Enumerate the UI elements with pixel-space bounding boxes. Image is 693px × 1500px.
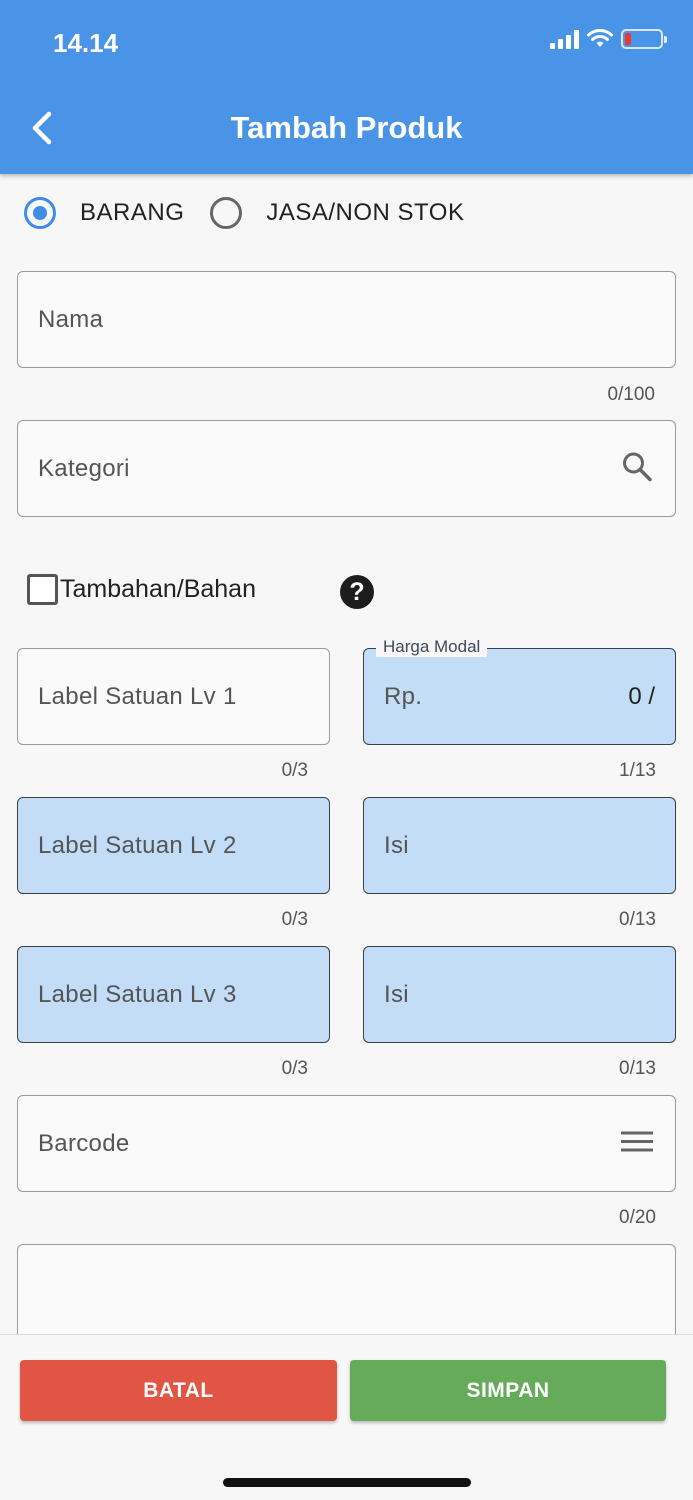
label-satuan-lv2-field[interactable]: Label Satuan Lv 2: [17, 797, 330, 894]
tambahan-row: Tambahan/Bahan: [27, 574, 256, 605]
label-satuan-lv2-placeholder: Label Satuan Lv 2: [38, 831, 237, 859]
nama-field[interactable]: Nama: [17, 271, 676, 368]
harga-modal-counter: 1/13: [619, 760, 656, 781]
kategori-field[interactable]: Kategori: [17, 420, 676, 517]
barcode-counter: 0/20: [619, 1207, 656, 1228]
tambahan-label[interactable]: Tambahan/Bahan: [60, 575, 256, 604]
search-icon[interactable]: [621, 450, 653, 487]
bottom-action-bar: BATAL SIMPAN: [0, 1334, 693, 1500]
radio-jasa-non-stok-label[interactable]: JASA/NON STOK: [266, 199, 464, 227]
question-icon[interactable]: ?: [340, 575, 374, 609]
radio-jasa-non-stok[interactable]: [210, 197, 243, 229]
app-bar: 14.14 Tambah Produk: [0, 0, 693, 174]
barcode-placeholder: Barcode: [38, 1129, 130, 1157]
product-type-selector: BARANG JASA/NON STOK: [24, 197, 490, 229]
label-satuan-lv1-placeholder: Label Satuan Lv 1: [38, 682, 237, 710]
nama-placeholder: Nama: [38, 305, 104, 333]
nama-counter: 0/100: [607, 384, 655, 405]
isi-lv3-counter: 0/13: [619, 1058, 656, 1079]
status-icons: [550, 29, 667, 49]
radio-barang-label[interactable]: BARANG: [80, 199, 184, 227]
kategori-placeholder: Kategori: [38, 454, 130, 482]
label-satuan-lv3-counter: 0/3: [281, 1058, 308, 1079]
label-satuan-lv3-field[interactable]: Label Satuan Lv 3: [17, 946, 330, 1043]
isi-lv2-field[interactable]: Isi: [363, 797, 676, 894]
cancel-button[interactable]: BATAL: [20, 1360, 337, 1421]
signal-icon: [550, 29, 579, 49]
wifi-icon: [587, 29, 613, 47]
isi-lv3-placeholder: Isi: [384, 980, 409, 1008]
barcode-field[interactable]: Barcode: [17, 1095, 676, 1192]
harga-modal-label: Harga Modal: [376, 637, 488, 657]
label-satuan-lv1-counter: 0/3: [281, 760, 308, 781]
page-title: Tambah Produk: [230, 110, 463, 145]
home-indicator: [223, 1478, 471, 1487]
label-satuan-lv1-field[interactable]: Label Satuan Lv 1: [17, 648, 330, 745]
radio-barang[interactable]: [24, 197, 56, 229]
isi-lv2-placeholder: Isi: [384, 831, 409, 859]
label-satuan-lv2-counter: 0/3: [281, 909, 308, 930]
tambahan-checkbox[interactable]: [27, 574, 58, 605]
status-time: 14.14: [53, 28, 119, 58]
menu-lines-icon[interactable]: [621, 1129, 653, 1158]
save-button[interactable]: SIMPAN: [350, 1360, 666, 1421]
battery-low-icon: [621, 29, 667, 49]
harga-modal-field[interactable]: Harga Modal Rp. 0 /: [363, 637, 676, 745]
isi-lv2-counter: 0/13: [619, 909, 656, 930]
harga-modal-prefix: Rp.: [384, 682, 423, 710]
label-satuan-lv3-placeholder: Label Satuan Lv 3: [38, 980, 237, 1008]
harga-modal-value: 0 /: [628, 682, 655, 710]
isi-lv3-field[interactable]: Isi: [363, 946, 676, 1043]
